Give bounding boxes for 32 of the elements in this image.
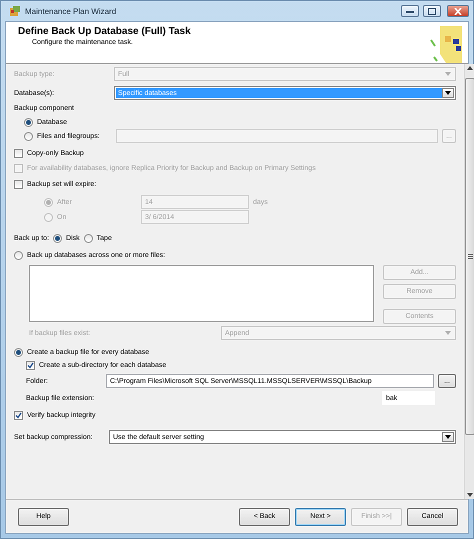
radio-button[interactable] xyxy=(44,212,53,222)
scroll-down-icon xyxy=(467,493,473,497)
dropdown-arrow-icon xyxy=(445,331,451,335)
radio-button[interactable] xyxy=(24,118,33,126)
app-icon xyxy=(9,5,21,17)
dropdown-arrow-icon xyxy=(445,72,451,76)
filegroups-field[interactable] xyxy=(116,129,438,143)
dropdown-arrow-icon xyxy=(445,435,451,439)
window-title: Maintenance Plan Wizard xyxy=(25,6,118,16)
page-title: Define Back Up Database (Full) Task xyxy=(18,26,191,37)
maximize-icon xyxy=(428,8,436,14)
minimize-icon xyxy=(406,9,414,13)
radio-button[interactable] xyxy=(24,132,33,140)
flowchart-icon xyxy=(428,26,462,63)
checkbox[interactable] xyxy=(26,360,35,370)
scrollbar[interactable] xyxy=(464,64,474,499)
file-list[interactable] xyxy=(29,265,374,322)
close-icon xyxy=(454,8,462,14)
minimize-button[interactable] xyxy=(401,5,419,17)
checkbox[interactable] xyxy=(14,410,23,420)
checkbox[interactable] xyxy=(14,180,23,188)
radio-button[interactable] xyxy=(53,234,62,242)
dropdown-arrow-icon xyxy=(445,91,451,95)
maximize-button[interactable] xyxy=(423,5,441,17)
checkbox[interactable] xyxy=(14,148,23,158)
close-button[interactable] xyxy=(447,5,469,17)
radio-button[interactable] xyxy=(84,234,93,242)
radio-button[interactable] xyxy=(14,348,23,356)
radio-button[interactable] xyxy=(44,198,53,206)
scroll-up-icon xyxy=(467,66,473,70)
grip-icon xyxy=(468,254,472,259)
radio-button[interactable] xyxy=(14,250,23,260)
